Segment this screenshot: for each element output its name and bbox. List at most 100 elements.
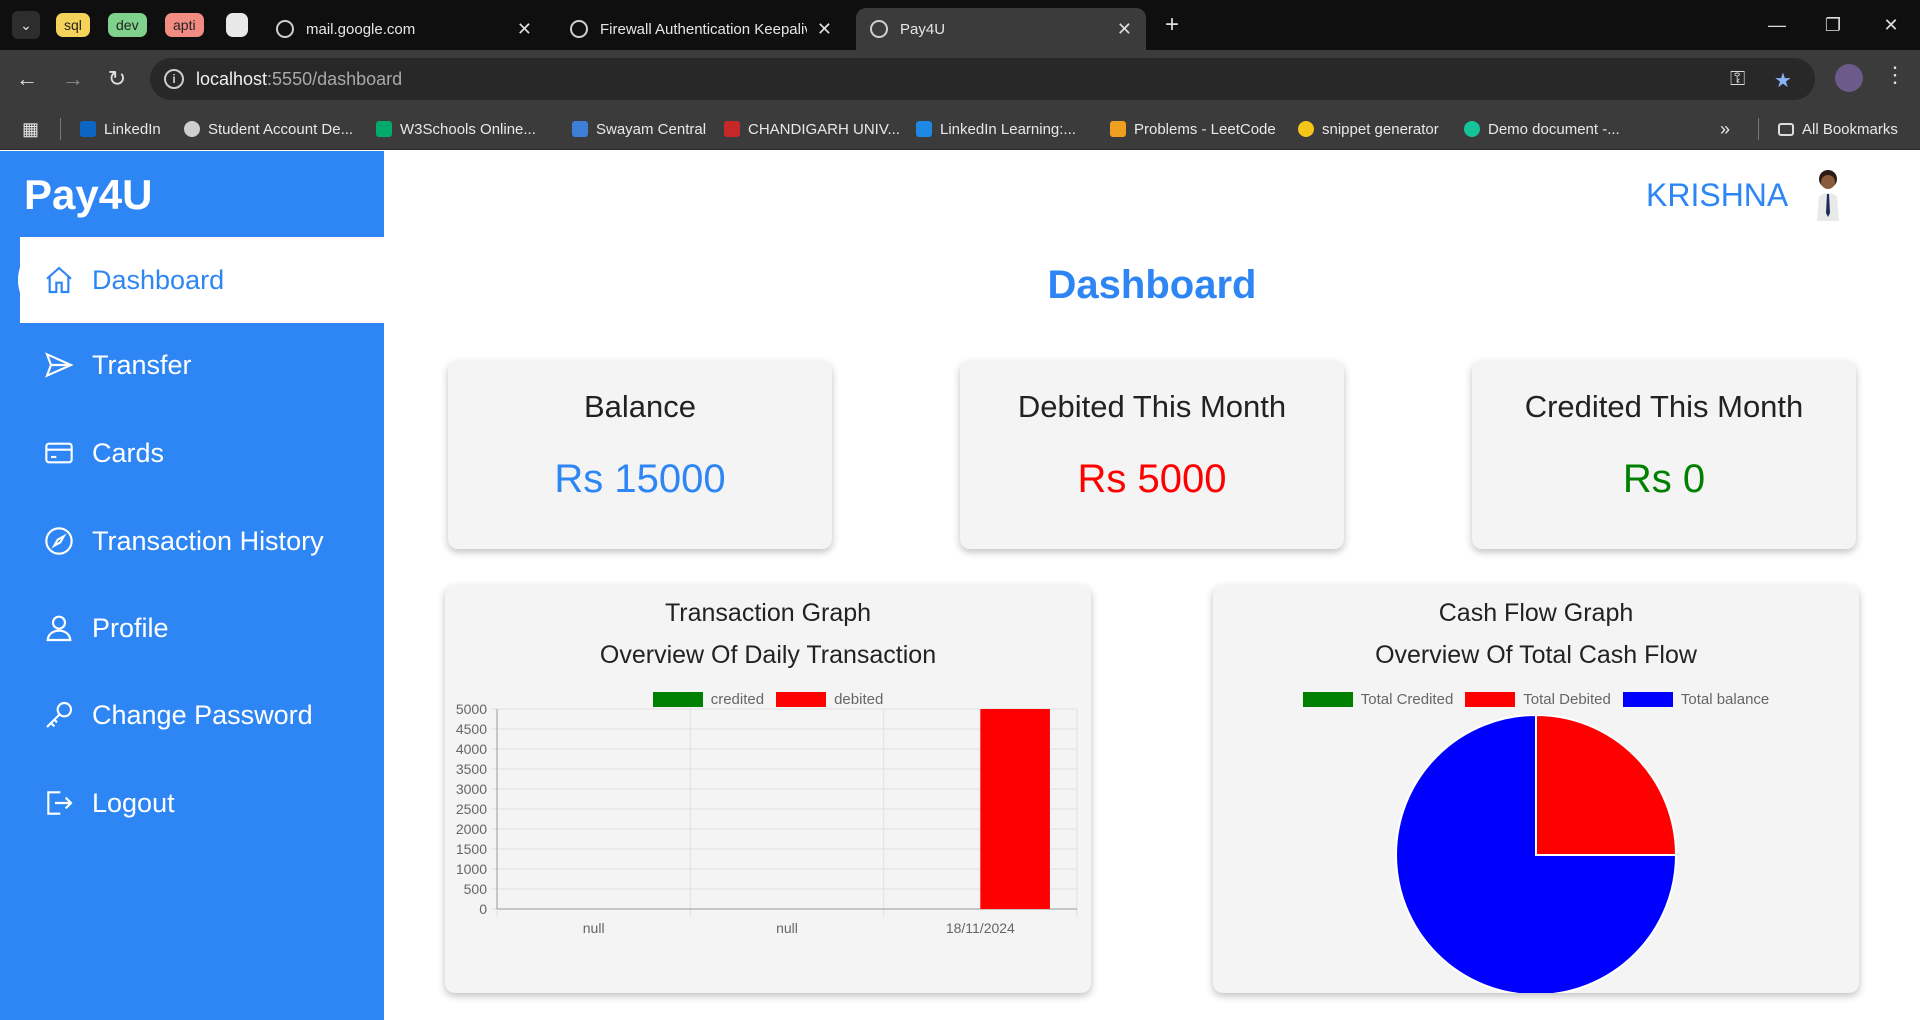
- sidebar-item-dashboard[interactable]: Dashboard: [18, 237, 384, 323]
- bookmark-chandigarh[interactable]: CHANDIGARH UNIV...: [724, 118, 900, 140]
- url-text[interactable]: localhost:5550/dashboard: [196, 69, 402, 90]
- close-tab-icon[interactable]: ✕: [1117, 19, 1132, 40]
- sidebar-item-profile[interactable]: Profile: [18, 585, 384, 671]
- close-tab-icon[interactable]: ✕: [817, 19, 832, 40]
- tab-group-dev[interactable]: dev: [108, 13, 147, 37]
- y-tick-label: 3000: [456, 781, 487, 797]
- legend-swatch: [1302, 692, 1353, 707]
- browser-toolbar: ← → ↻ i localhost:5550/dashboard ⚿ ★ ⋮: [0, 50, 1920, 108]
- grammarly-icon: [1464, 121, 1480, 137]
- globe-icon: [570, 20, 588, 38]
- legend-item-total-balance[interactable]: Total balance: [1622, 691, 1769, 708]
- kebab-menu-icon[interactable]: ⋮: [1884, 62, 1906, 88]
- legend-item-total-credited[interactable]: Total Credited: [1302, 691, 1453, 708]
- globe-icon: [276, 20, 294, 38]
- tab-pay4u[interactable]: Pay4U ✕: [856, 8, 1146, 50]
- address-bar[interactable]: i localhost:5550/dashboard ⚿ ★: [150, 58, 1815, 100]
- sidebar-item-transaction-history[interactable]: Transaction History: [18, 498, 384, 584]
- minimize-icon[interactable]: —: [1762, 10, 1792, 40]
- x-tick-label: 18/11/2024: [946, 920, 1015, 936]
- send-icon: [42, 348, 76, 382]
- browser-tab-bar: ⌄ sql dev apti mail.google.com ✕ Firewal…: [0, 0, 1920, 50]
- debited-card: Debited This Month Rs 5000: [960, 361, 1344, 549]
- balance-value: Rs 15000: [554, 457, 726, 501]
- tab-group-collapsed[interactable]: [226, 13, 248, 37]
- user-icon: [42, 611, 76, 645]
- bookmark-swayam[interactable]: Swayam Central: [572, 118, 706, 140]
- x-tick-label: null: [583, 920, 605, 936]
- globe-icon: [184, 121, 200, 137]
- chart-legend: Total Credited Total Debited Total balan…: [1213, 691, 1859, 708]
- y-tick-label: 4000: [456, 741, 487, 757]
- y-tick-label: 0: [479, 901, 487, 917]
- close-tab-icon[interactable]: ✕: [517, 19, 532, 40]
- restore-icon[interactable]: ❐: [1818, 10, 1848, 40]
- leetcode-icon: [1110, 121, 1126, 137]
- sidebar-item-change-password[interactable]: Change Password: [18, 672, 384, 758]
- globe-icon: [870, 20, 888, 38]
- y-tick-label: 5000: [456, 701, 487, 717]
- legend-item-total-debited[interactable]: Total Debited: [1465, 691, 1611, 708]
- bookmark-student-account[interactable]: Student Account De...: [184, 118, 353, 140]
- card-label: Balance: [583, 389, 697, 424]
- pie-slice-total-debited[interactable]: [1535, 715, 1678, 856]
- tab-group-sql[interactable]: sql: [56, 13, 90, 37]
- credited-value: Rs 0: [1622, 457, 1706, 501]
- chevron-double-right-icon[interactable]: »: [1720, 118, 1730, 140]
- profile-avatar[interactable]: [1835, 64, 1863, 92]
- sidebar-item-logout[interactable]: Logout: [18, 760, 384, 846]
- bookmark-demo-document[interactable]: Demo document -...: [1464, 118, 1620, 140]
- bookmark-snippet-generator[interactable]: snippet generator: [1298, 118, 1439, 140]
- sidebar-item-cards[interactable]: Cards: [18, 410, 384, 496]
- bookmark-linkedin-learning[interactable]: LinkedIn Learning:...: [916, 118, 1076, 140]
- cash-flow-pie-chart: [1395, 715, 1678, 993]
- user-name[interactable]: KRISHNA: [1646, 177, 1788, 214]
- y-tick-label: 1000: [456, 861, 487, 877]
- site-info-icon[interactable]: i: [164, 69, 184, 89]
- debited-value: Rs 5000: [1077, 457, 1227, 501]
- legend-swatch: [1622, 692, 1673, 707]
- chart-title: Transaction Graph: [664, 599, 872, 627]
- home-icon: [42, 263, 76, 297]
- sidebar-item-transfer[interactable]: Transfer: [18, 322, 384, 408]
- reload-icon[interactable]: ↻: [102, 64, 132, 94]
- snippet-icon: [1298, 121, 1314, 137]
- bookmark-w3schools[interactable]: W3Schools Online...: [376, 118, 536, 140]
- brand-logo[interactable]: Pay4U: [24, 171, 152, 219]
- transaction-bar-chart: 0 500 1000 1500 2000 2500 3000 3500 4000 4500 5000…: [456, 701, 1078, 936]
- all-bookmarks-button[interactable]: All Bookmarks: [1778, 118, 1898, 140]
- university-icon: [724, 121, 740, 137]
- tab-search-button[interactable]: ⌄: [12, 11, 40, 39]
- tab-firewall[interactable]: Firewall Authentication Keepalive ✕: [556, 8, 846, 50]
- user-avatar[interactable]: [1808, 167, 1848, 223]
- credit-card-icon: [42, 436, 76, 470]
- pay4u-app: Pay4U Dashboard Transfer Cards Transacti…: [0, 151, 1920, 1020]
- legend-swatch: [1465, 692, 1516, 707]
- bookmark-leetcode[interactable]: Problems - LeetCode: [1110, 118, 1276, 140]
- back-icon[interactable]: ←: [12, 64, 42, 94]
- x-tick-label: null: [776, 920, 798, 936]
- key-icon[interactable]: ⚿: [1730, 68, 1745, 91]
- close-window-icon[interactable]: ✕: [1876, 10, 1906, 40]
- forward-icon[interactable]: →: [58, 64, 88, 94]
- page-title: Dashboard: [1047, 263, 1257, 307]
- divider: [60, 118, 61, 140]
- credited-card: Credited This Month Rs 0: [1472, 361, 1856, 549]
- tab-gmail[interactable]: mail.google.com ✕: [262, 8, 546, 50]
- w3schools-icon: [376, 121, 392, 137]
- compass-icon: [42, 524, 76, 558]
- swayam-icon: [572, 121, 588, 137]
- transaction-graph-card: Transaction Graph Overview Of Daily Tran…: [445, 585, 1091, 993]
- y-tick-label: 4500: [456, 721, 487, 737]
- sidebar: Pay4U Dashboard Transfer Cards Transacti…: [0, 151, 384, 1020]
- logout-icon: [42, 786, 76, 820]
- y-tick-label: 3500: [456, 761, 487, 777]
- bar-debited[interactable]: [980, 709, 1050, 909]
- y-tick-label: 2000: [456, 821, 487, 837]
- apps-grid-icon[interactable]: ▦: [22, 118, 39, 140]
- play-icon: [916, 121, 932, 137]
- star-icon[interactable]: ★: [1774, 68, 1792, 93]
- new-tab-button[interactable]: +: [1157, 10, 1187, 40]
- tab-group-apti[interactable]: apti: [165, 13, 204, 37]
- bookmark-linkedin[interactable]: LinkedIn: [80, 118, 161, 140]
